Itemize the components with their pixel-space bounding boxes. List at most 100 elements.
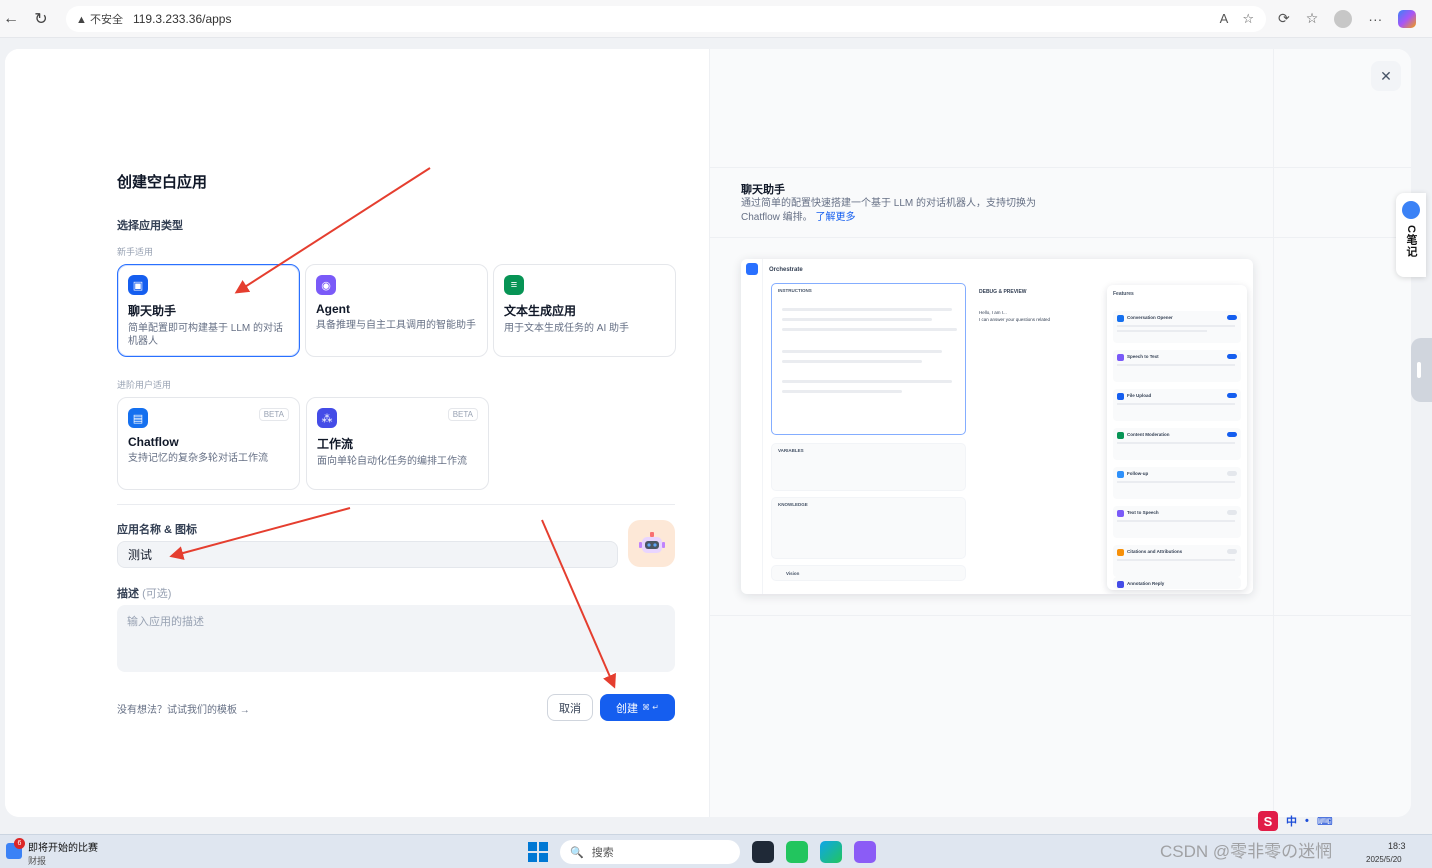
profile-avatar[interactable] bbox=[1334, 9, 1353, 28]
toggle-icon bbox=[1227, 315, 1237, 320]
news-icon: 6 bbox=[6, 838, 25, 859]
mock-debug-label: DEBUG & PREVIEW bbox=[979, 289, 1027, 295]
agent-icon: ◉ bbox=[316, 275, 336, 295]
card-text-generator[interactable]: ≡ 文本生成应用 用于文本生成任务的 AI 助手 bbox=[493, 264, 676, 357]
feature-icon bbox=[1117, 393, 1124, 400]
mock-knowledge: KNOWLEDGE bbox=[771, 497, 966, 559]
card-title: Chatflow bbox=[128, 435, 179, 449]
clock-date[interactable]: 2025/5/20 bbox=[1366, 855, 1402, 864]
mock-greeting-2: I can answer your questions related bbox=[979, 317, 1051, 322]
mock-line bbox=[782, 380, 952, 383]
app-name-input[interactable]: 测试 bbox=[117, 541, 618, 568]
back-icon[interactable]: ← bbox=[0, 10, 22, 28]
app-type-label: 选择应用类型 bbox=[117, 220, 183, 232]
learn-more-link[interactable]: 了解更多 bbox=[815, 212, 855, 223]
card-title: 聊天助手 bbox=[128, 304, 177, 318]
mock-line bbox=[782, 350, 942, 353]
card-chat-assistant[interactable]: ▣ 聊天助手 简单配置即可构建基于 LLM 的对话机器人 bbox=[117, 264, 300, 357]
search-icon: 🔍 bbox=[570, 846, 584, 859]
beta-badge: BETA bbox=[258, 408, 289, 421]
card-chatflow[interactable]: ▤ BETA Chatflow 支持记忆的复杂多轮对话工作流 bbox=[117, 397, 300, 490]
side-panel-handle[interactable] bbox=[1411, 338, 1432, 402]
card-desc: 简单配置即可构建基于 LLM 的对话机器人 bbox=[128, 323, 284, 347]
ai-app-icon[interactable] bbox=[854, 841, 876, 863]
mock-vision: Vision bbox=[771, 565, 966, 581]
toggle-icon bbox=[1227, 510, 1237, 515]
notes-icon bbox=[1402, 201, 1420, 219]
feature-name: Speech to Text bbox=[1127, 354, 1159, 359]
preview-desc: 通过简单的配置快速搭建一个基于 LLM 的对话机器人，支持切换为 Chatflo… bbox=[741, 197, 1071, 225]
copilot-icon[interactable] bbox=[1398, 9, 1417, 28]
modal-title: 创建空白应用 bbox=[117, 174, 208, 191]
mock-line bbox=[782, 390, 902, 393]
mock-vision-label: Vision bbox=[786, 571, 800, 576]
card-agent[interactable]: ◉ Agent 具备推理与自主工具调用的智能助手 bbox=[305, 264, 488, 357]
more-icon[interactable]: ··· bbox=[1368, 11, 1382, 27]
reload-icon[interactable]: ↻ bbox=[30, 9, 52, 29]
feature-icon bbox=[1117, 315, 1124, 322]
read-aloud-icon[interactable]: A bbox=[1220, 11, 1229, 27]
taskbar-search[interactable]: 🔍 搜索 bbox=[560, 840, 740, 864]
notes-side-widget[interactable]: C笔记 bbox=[1396, 193, 1426, 277]
mock-features-title: Features bbox=[1113, 291, 1134, 297]
card-title: Agent bbox=[316, 302, 350, 316]
card-desc: 用于文本生成任务的 AI 助手 bbox=[504, 323, 630, 334]
mock-line bbox=[782, 328, 957, 331]
feature-item: Follow-up bbox=[1113, 467, 1241, 499]
remote-app-icon[interactable] bbox=[786, 841, 808, 863]
edge-app-icon[interactable] bbox=[820, 841, 842, 863]
terminal-app-icon[interactable] bbox=[752, 841, 774, 863]
feature-desc-line bbox=[1117, 364, 1235, 366]
news-widget[interactable]: 6 即将开始的比赛 财报 bbox=[6, 838, 98, 867]
feature-icon bbox=[1117, 549, 1124, 556]
card-workflow[interactable]: ⁂ BETA 工作流 面向单轮自动化任务的编排工作流 bbox=[306, 397, 489, 490]
feature-item: Annotation Reply bbox=[1113, 577, 1241, 589]
security-label: 不安全 bbox=[89, 13, 123, 26]
sogou-icon: S bbox=[1258, 811, 1278, 831]
ime-mode: 中 bbox=[1286, 816, 1297, 828]
mock-instructions-label: INSTRUCTIONS bbox=[778, 288, 812, 293]
ime-toolbar[interactable]: S 中 • ⌨ bbox=[1258, 810, 1428, 832]
security-warning[interactable]: ▲ 不安全 bbox=[76, 11, 123, 27]
feature-name: Content Moderation bbox=[1127, 432, 1170, 437]
chatflow-icon: ▤ bbox=[128, 408, 148, 428]
feature-item: Citations and Attributions bbox=[1113, 545, 1241, 577]
create-button[interactable]: 创建 ⌘ ↵ bbox=[600, 694, 675, 721]
taskbar-apps: 🔍 搜索 bbox=[528, 840, 876, 864]
extensions-icon[interactable]: ⟳ bbox=[1278, 10, 1290, 27]
grid-line bbox=[710, 237, 1411, 238]
mock-line bbox=[782, 308, 952, 311]
feature-desc-line bbox=[1117, 330, 1207, 332]
feature-name: Conversation Opener bbox=[1127, 315, 1173, 320]
csdn-watermark: CSDN @零非零の迷惘 bbox=[1160, 842, 1333, 861]
group-advanced-label: 进阶用户适用 bbox=[117, 380, 172, 390]
feature-name: Annotation Reply bbox=[1127, 581, 1165, 586]
card-title: 工作流 bbox=[317, 437, 354, 451]
desc-label-text: 描述 bbox=[117, 588, 139, 600]
mock-knowledge-label: KNOWLEDGE bbox=[778, 502, 808, 507]
news-badge: 6 bbox=[14, 838, 25, 849]
clock-time[interactable]: 18:3 bbox=[1388, 841, 1406, 851]
mock-sidebar bbox=[741, 259, 763, 594]
address-bar[interactable]: ▲ 不安全 119.3.233.36/apps A ☆ bbox=[66, 5, 1266, 32]
cancel-button[interactable]: 取消 bbox=[547, 694, 593, 721]
feature-icon bbox=[1117, 354, 1124, 361]
description-textarea[interactable]: 输入应用的描述 bbox=[117, 605, 675, 672]
desc-optional: (可选) bbox=[142, 588, 172, 600]
preview-screenshot: Orchestrate INSTRUCTIONS VARIABLES KNOWL… bbox=[741, 259, 1253, 594]
card-desc: 具备推理与自主工具调用的智能助手 bbox=[316, 320, 476, 331]
feature-name: Text to Speech bbox=[1127, 510, 1159, 515]
taskbar: 6 即将开始的比赛 财报 🔍 搜索 CSDN @零非零の迷惘 18:3 2025/… bbox=[0, 834, 1432, 868]
favorite-star-icon[interactable]: ☆ bbox=[1242, 11, 1254, 27]
windows-start-icon[interactable] bbox=[528, 842, 548, 862]
template-link[interactable]: 没有想法？试试我们的模板 → bbox=[117, 701, 250, 716]
text-generator-icon: ≡ bbox=[504, 275, 524, 295]
card-desc: 面向单轮自动化任务的编排工作流 bbox=[317, 456, 467, 467]
name-label: 应用名称 & 图标 bbox=[117, 524, 198, 536]
close-icon[interactable]: ✕ bbox=[1371, 61, 1401, 91]
toggle-icon bbox=[1227, 432, 1237, 437]
create-shortcut: ⌘ ↵ bbox=[642, 703, 659, 712]
app-icon-picker[interactable] bbox=[628, 520, 675, 567]
favorites-icon[interactable]: ☆ bbox=[1306, 10, 1319, 27]
feature-item: Text to Speech bbox=[1113, 506, 1241, 538]
